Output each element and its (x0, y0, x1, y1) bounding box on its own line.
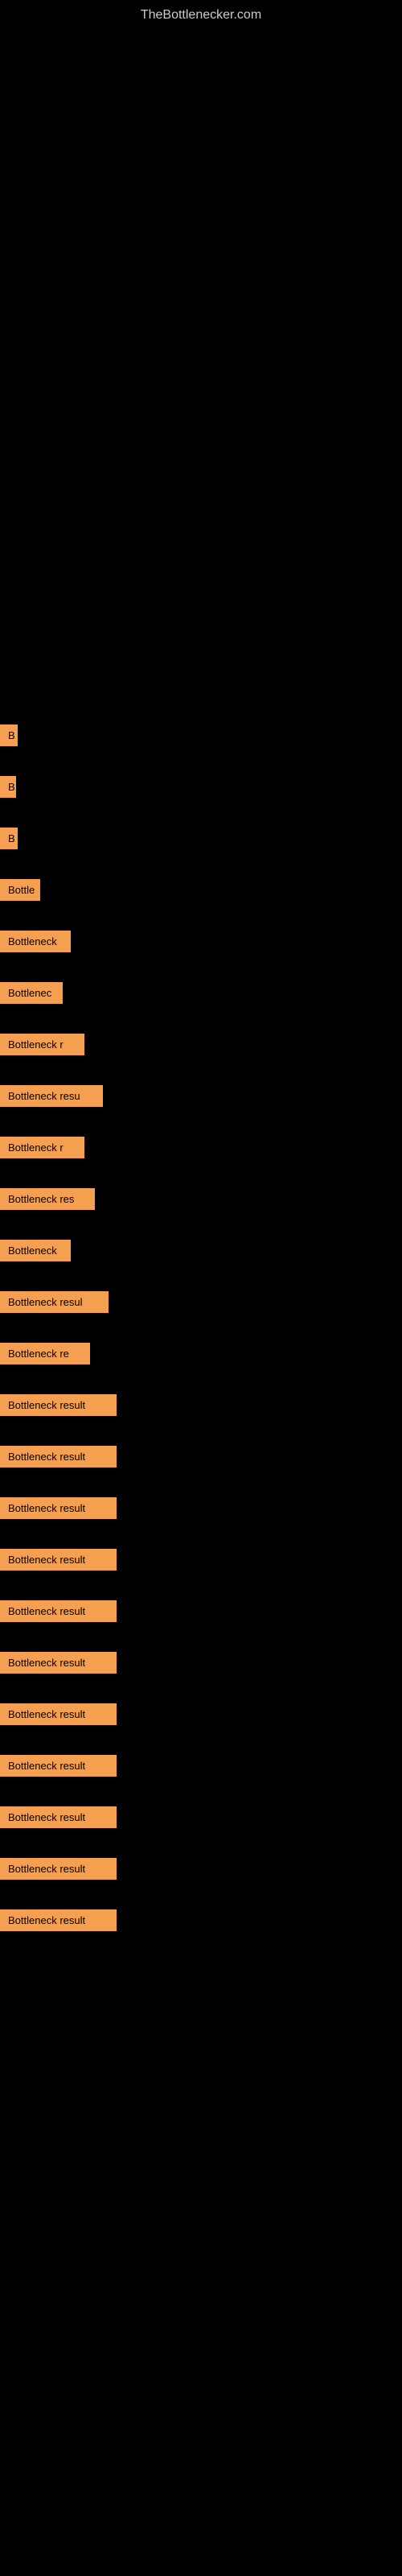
bottleneck-result-badge: Bottleneck res (0, 1188, 95, 1210)
bottleneck-result-badge: Bottleneck resu (0, 1085, 103, 1107)
bottleneck-row: Bottleneck result (0, 1858, 402, 1885)
bottleneck-result-badge: Bottleneck re (0, 1343, 90, 1364)
bottleneck-result-badge: Bottleneck (0, 1240, 71, 1261)
bottleneck-result-badge: Bottleneck result (0, 1858, 117, 1880)
bottleneck-list: B B B Bottle Bottleneck Bottlenec Bottleneck r… (0, 724, 402, 1961)
bottleneck-row: Bottleneck resul (0, 1291, 402, 1319)
bottleneck-row: Bottleneck result (0, 1806, 402, 1834)
bottleneck-row: Bottleneck result (0, 1497, 402, 1525)
bottleneck-row: Bottleneck result (0, 1909, 402, 1937)
bottleneck-row: B (0, 828, 402, 855)
bottleneck-row: Bottleneck (0, 1240, 402, 1267)
bottleneck-row: Bottleneck res (0, 1188, 402, 1216)
bottleneck-row: Bottleneck result (0, 1549, 402, 1576)
bottleneck-result-badge: Bottleneck result (0, 1549, 117, 1571)
bottleneck-result-badge: Bottleneck (0, 931, 71, 952)
bottleneck-result-badge: Bottlenec (0, 982, 63, 1004)
bottleneck-result-badge: Bottleneck result (0, 1600, 117, 1622)
bottleneck-row: Bottleneck re (0, 1343, 402, 1370)
site-title: TheBottlenecker.com (0, 0, 402, 27)
bottleneck-row: Bottleneck resu (0, 1085, 402, 1113)
bottleneck-result-badge: Bottleneck r (0, 1137, 84, 1158)
bottleneck-result-badge: Bottleneck r (0, 1034, 84, 1055)
bottleneck-result-badge: B (0, 776, 16, 798)
bottleneck-result-badge: Bottleneck resul (0, 1291, 109, 1313)
bottleneck-row: Bottleneck result (0, 1394, 402, 1422)
bottleneck-result-badge: Bottleneck result (0, 1703, 117, 1725)
bottleneck-result-badge: B (0, 828, 18, 849)
bottleneck-row: Bottleneck (0, 931, 402, 958)
bottleneck-row: B (0, 724, 402, 752)
bottleneck-result-badge: Bottleneck result (0, 1806, 117, 1828)
bottleneck-result-badge: Bottleneck result (0, 1394, 117, 1416)
bottleneck-row: Bottleneck result (0, 1703, 402, 1731)
bottleneck-result-badge: Bottleneck result (0, 1652, 117, 1674)
bottleneck-result-badge: Bottleneck result (0, 1909, 117, 1931)
bottleneck-row: Bottleneck result (0, 1755, 402, 1782)
bottleneck-row: Bottlenec (0, 982, 402, 1009)
bottleneck-row: Bottleneck result (0, 1600, 402, 1628)
bottleneck-row: Bottleneck result (0, 1446, 402, 1473)
bottleneck-result-badge: Bottle (0, 879, 40, 901)
bottleneck-result-badge: Bottleneck result (0, 1755, 117, 1777)
bottleneck-row: Bottleneck r (0, 1137, 402, 1164)
bottleneck-result-badge: Bottleneck result (0, 1497, 117, 1519)
bottleneck-row: B (0, 776, 402, 803)
bottleneck-result-badge: Bottleneck result (0, 1446, 117, 1468)
bottleneck-row: Bottleneck result (0, 1652, 402, 1679)
bottleneck-result-badge: B (0, 724, 18, 746)
bottleneck-row: Bottle (0, 879, 402, 906)
bottleneck-row: Bottleneck r (0, 1034, 402, 1061)
